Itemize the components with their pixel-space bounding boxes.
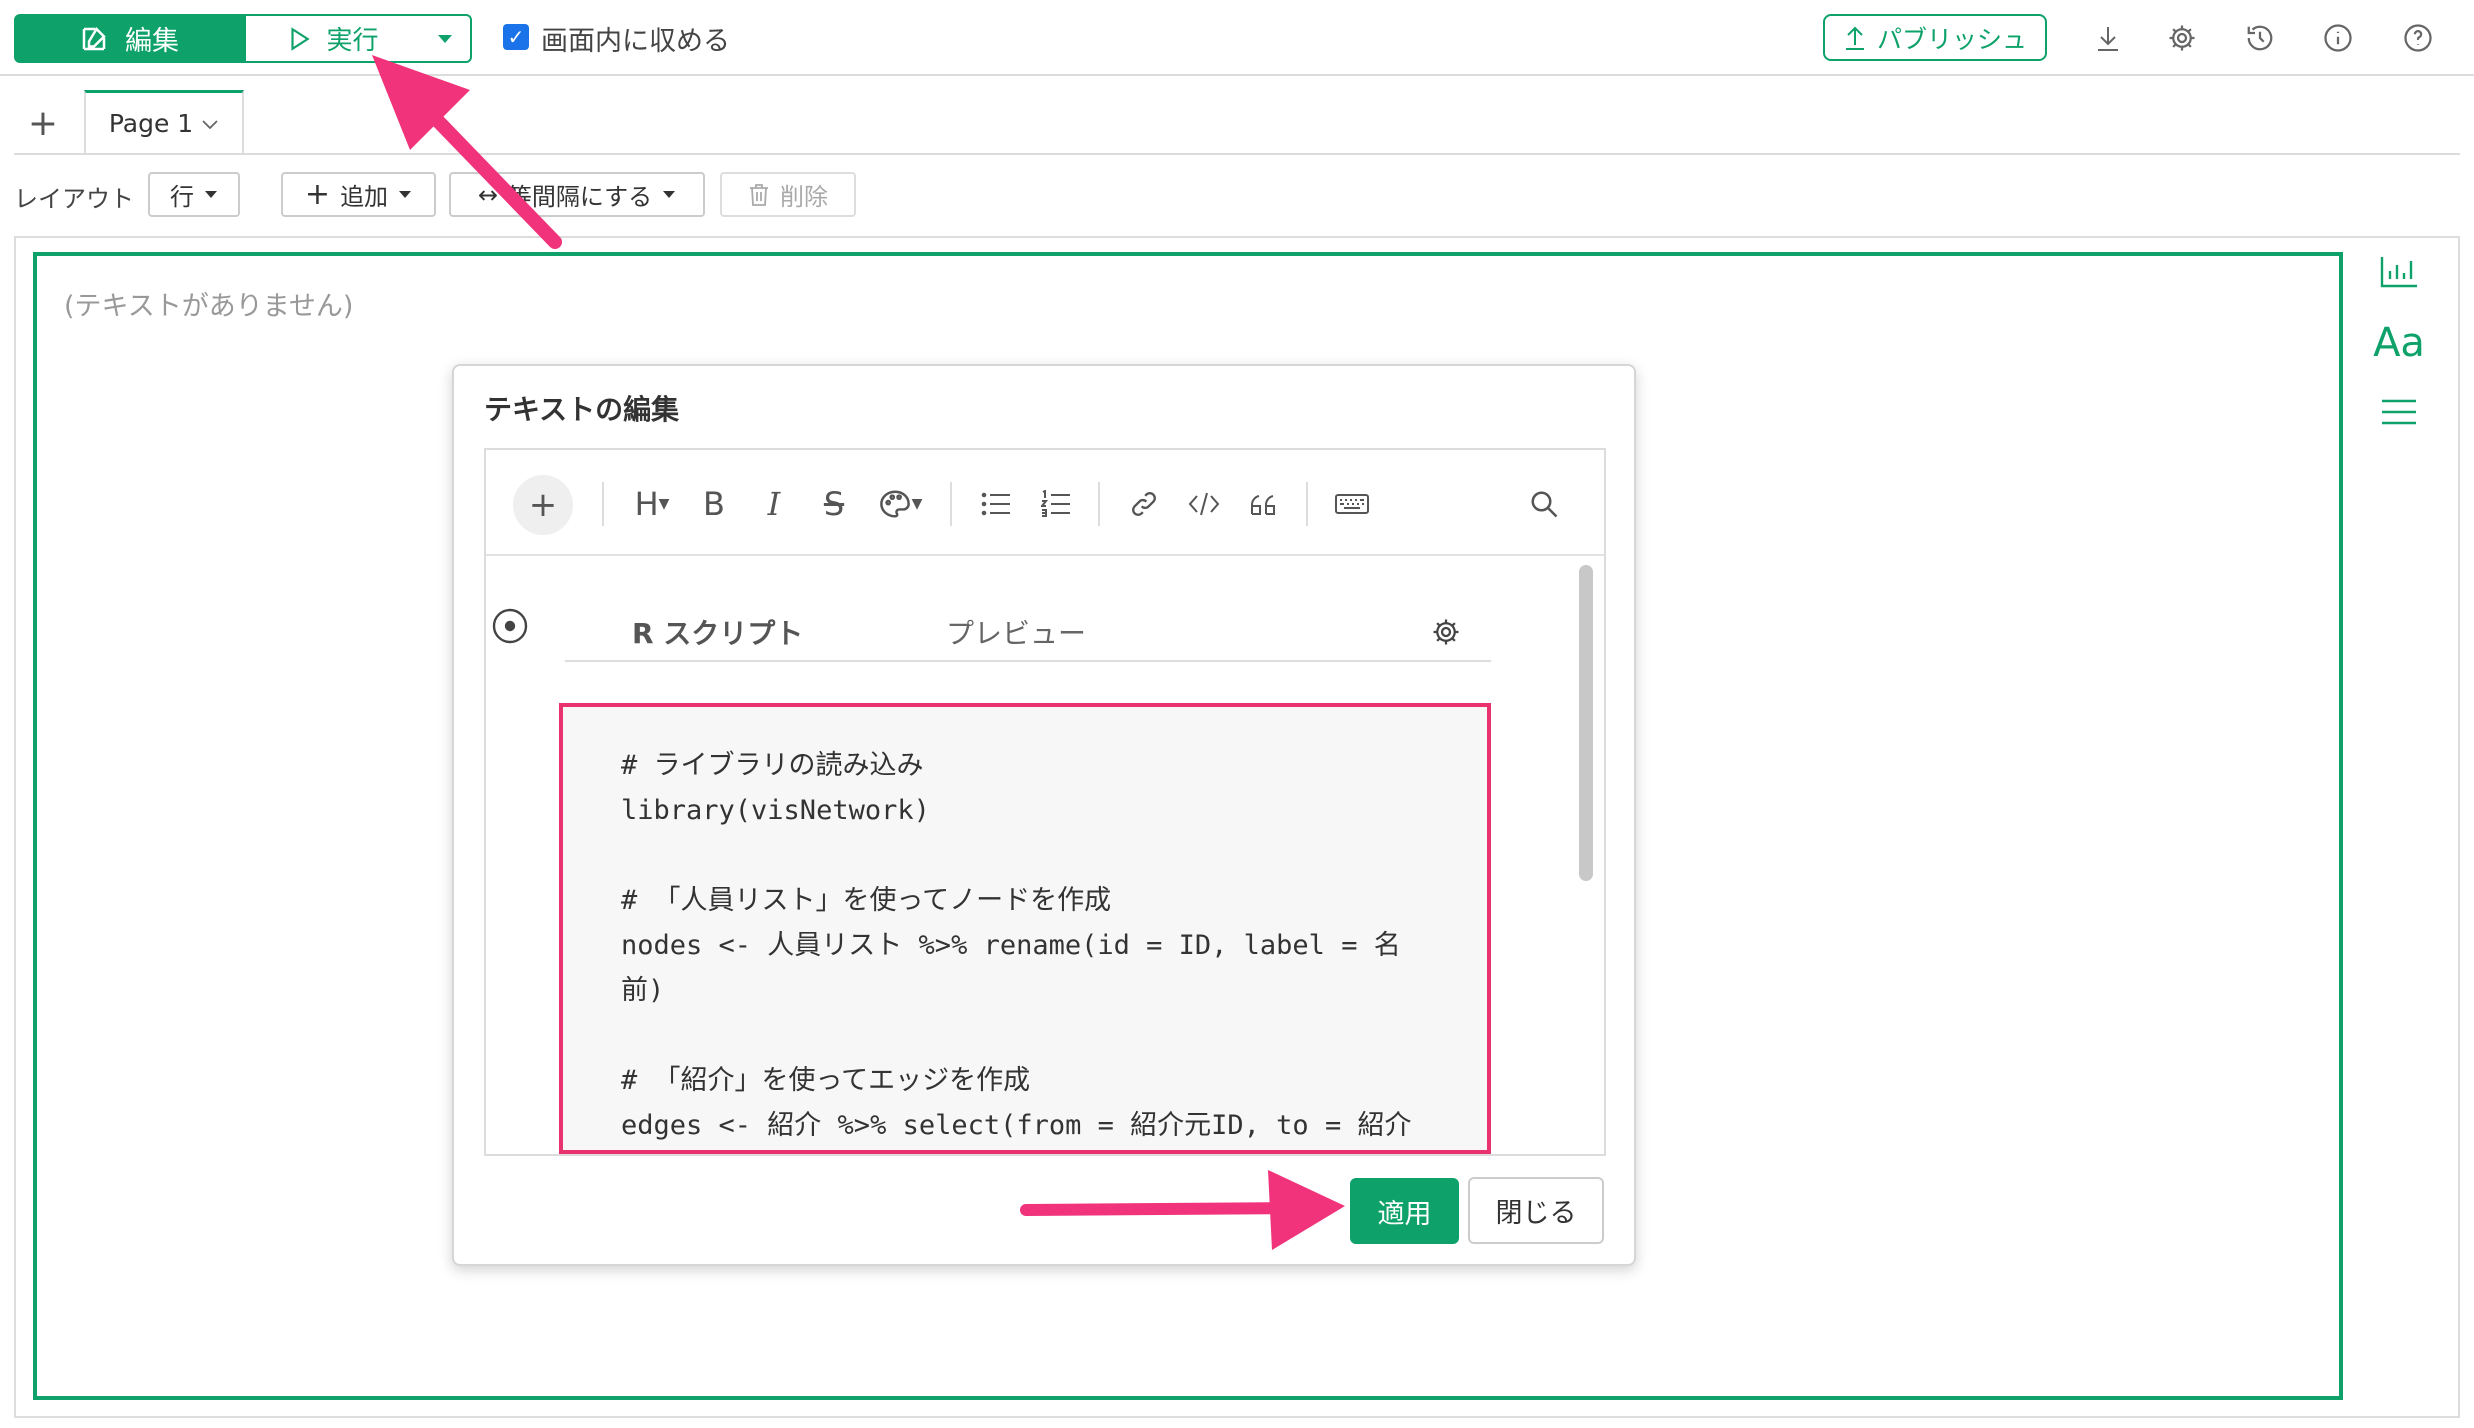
apply-arrow-shaft [1020,1202,1306,1216]
apply-arrow-head [1268,1170,1345,1250]
annotation-arrows [372,55,1345,1250]
